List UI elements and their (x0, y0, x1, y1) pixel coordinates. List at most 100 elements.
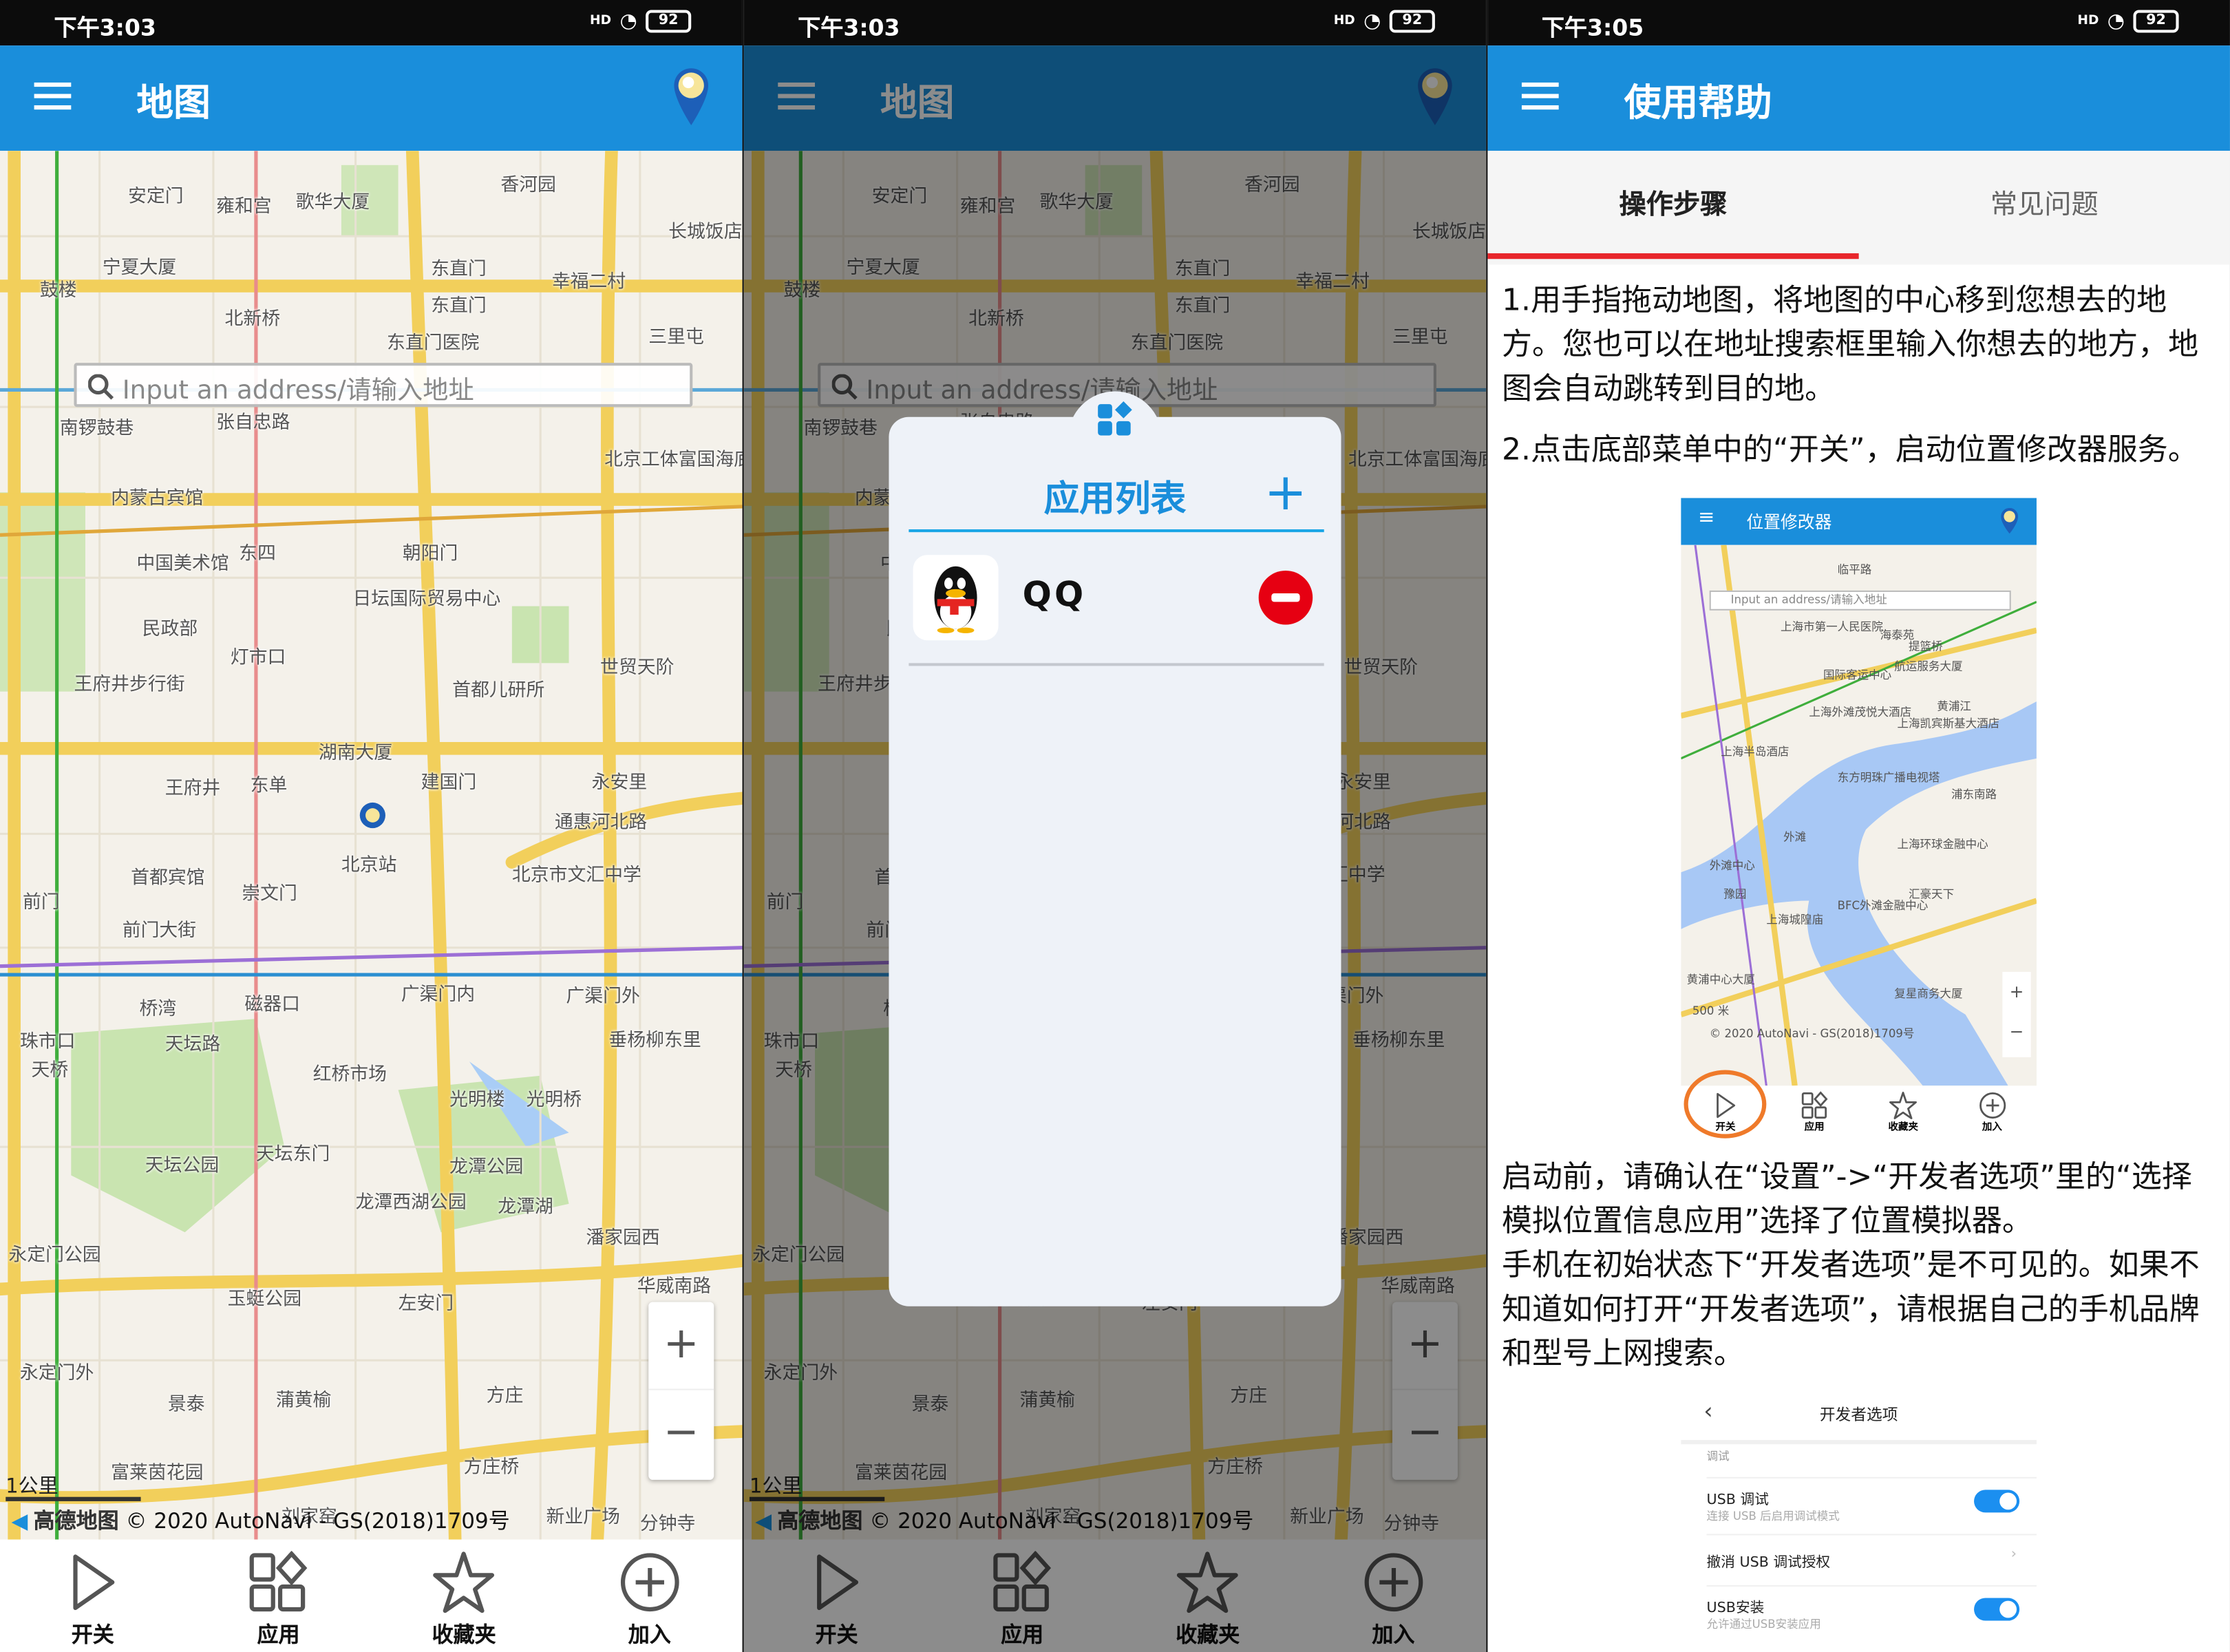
mini-map-label: 外滩中心 (1709, 859, 1755, 873)
map-label: 富莱茵花园 (111, 1463, 204, 1485)
map-label: 北京工体富国海底世界 (604, 449, 742, 472)
nav-play[interactable]: 开关 (0, 1540, 186, 1652)
mini-map-label: 汇豪天下 (1908, 887, 1955, 901)
map-label: 内蒙古宾馆 (111, 488, 204, 510)
map-scale: 1公里 (6, 1471, 141, 1501)
menu-icon[interactable] (1521, 82, 1559, 111)
brand-label: 高德地图 (33, 1508, 119, 1534)
map-label: 日坛国际贸易中心 (352, 589, 501, 611)
map-label: 安定门 (127, 186, 184, 208)
star-icon (371, 1551, 557, 1619)
map-label: 首都宾馆 (131, 867, 205, 889)
nav-label: 加入 (628, 1622, 671, 1648)
app-name: QQ (1022, 575, 1087, 615)
map-label: 前门 (23, 892, 60, 914)
row-title: USB安装 (1706, 1600, 1765, 1617)
mini-map-label: 黄浦江 (1937, 700, 1971, 713)
mini-nav-label: 加入 (1982, 1121, 2002, 1133)
wifi-icon: ◔ (1363, 10, 1381, 33)
location-pin-icon (2001, 507, 2019, 534)
map-label: 珠市口 (19, 1031, 76, 1053)
map-label: 通惠河北路 (554, 812, 648, 834)
mini-map-label: 提篮桥 (1908, 640, 1943, 653)
zoom-out-button[interactable]: − (648, 1390, 714, 1479)
mini-map-label: 上海市第一人民医院 (1781, 620, 1883, 633)
toggle-on (1974, 1490, 2020, 1513)
developer-options-screenshot: ‹ 开发者选项 调试 USB 调试 连接 USB 后启用调试模式 撤消 USB 调… (1681, 1394, 2037, 1652)
app-list-item: QQ (909, 552, 1324, 666)
search-placeholder: Input an address/请输入地址 (122, 375, 474, 406)
zoom-in-button[interactable]: + (648, 1302, 714, 1390)
row-title: USB 调试 (1706, 1492, 1769, 1509)
map-label: 蒲黄榆 (275, 1390, 332, 1412)
status-icons: HD ◔ 92 (1333, 10, 1435, 33)
mini-map-label: 浦东南路 (1951, 788, 1997, 801)
add-app-button[interactable]: + (1264, 467, 1307, 519)
mini-map-label: 东方明珠广播电视塔 (1837, 771, 1940, 785)
bottom-nav: 开关 应用 收藏夹 加入 (0, 1539, 743, 1652)
map-label: 天坛路 (164, 1034, 221, 1056)
help-note-1: 启动前，请确认在“设置”->“开发者选项”里的“选择模拟位置信息应用”选择了位置… (1502, 1159, 2192, 1240)
app-bar: 使用帮助 (1487, 45, 2230, 151)
map-label: 张自忠路 (216, 412, 290, 434)
example-map: Input an address/请输入地址 + − 临平路 上海市第一人民医院 海泰… (1681, 544, 2037, 1086)
map-label: 玉蜓公园 (227, 1289, 302, 1311)
map-label: 东直门 (431, 295, 487, 317)
map-label: 桥湾 (139, 999, 177, 1021)
map-label: 光明楼 (449, 1090, 505, 1112)
map-label: 华威南路 (637, 1276, 712, 1298)
row-title: 撤消 USB 调试授权 (1706, 1555, 1831, 1571)
map-label: 龙潭公园 (449, 1156, 524, 1178)
map-view[interactable]: 安定门雍和宫歌华大厦香河园宁夏大厦鼓楼北新桥东直门幸福二村东直门医院南锣鼓巷张自… (0, 151, 743, 1540)
map-label: 灯市口 (230, 647, 286, 669)
map-label: 分钟寺 (639, 1514, 696, 1536)
dev-row-revoke: 撤消 USB 调试授权 › (1706, 1534, 2037, 1585)
map-label: 前门大街 (122, 920, 197, 942)
mini-nav-item: 加入 (1948, 1086, 2037, 1143)
map-label: 广渠门内 (401, 984, 476, 1006)
tab-faq[interactable]: 常见问题 (1859, 151, 2230, 264)
map-label: 中国美术馆 (136, 553, 229, 575)
mini-map-label: 上海外滩茂悦大酒店 (1809, 706, 1912, 719)
wifi-icon: ◔ (2107, 10, 2125, 33)
help-step-1: 1.用手指拖动地图，将地图的中心移到您想去的地方。您也可以在地址搜索框里输入你想… (1502, 283, 2199, 407)
example-screenshot: ≡ 位置修改器 Input an address/请输入地址 + − 临平路 上海市第… (1681, 498, 2037, 1141)
map-label: 世贸天阶 (599, 657, 675, 679)
nav-add-circle[interactable]: 加入 (557, 1540, 743, 1652)
map-label: 朝阳门 (402, 543, 458, 565)
address-search-input[interactable]: Input an address/请输入地址 (74, 363, 693, 407)
mini-map-label: 临平路 (1837, 563, 1872, 577)
nav-apps[interactable]: 应用 (186, 1540, 372, 1652)
apps-icon (1098, 401, 1132, 436)
tab-steps[interactable]: 操作步骤 (1487, 151, 1859, 264)
status-icons: HD ◔ 92 (590, 10, 692, 33)
map-label: 湖南大厦 (318, 743, 393, 765)
status-time: 下午3:03 (54, 14, 156, 41)
map-label: 建国门 (421, 772, 477, 794)
signal-icon: HD (2077, 14, 2099, 29)
nav-star[interactable]: 收藏夹 (371, 1540, 557, 1652)
map-label: 东四 (239, 543, 276, 565)
zoom-control: + − (648, 1302, 714, 1480)
map-label: 左安门 (398, 1293, 454, 1315)
menu-icon: ≡ (1698, 506, 1715, 529)
mini-title: 位置修改器 (1746, 512, 1832, 533)
map-label: 方庄桥 (463, 1457, 520, 1479)
apps-icon (186, 1550, 372, 1619)
dev-row-usb-debug: USB 调试 连接 USB 后启用调试模式 (1706, 1476, 2037, 1534)
page-title: 地图 (136, 82, 211, 125)
app-list-dialog: 应用列表 + QQ (889, 391, 1341, 1306)
dev-row-usb-install: USB安装 允许通过USB安装应用 (1706, 1585, 2037, 1642)
location-pin-icon[interactable] (671, 65, 711, 128)
mini-map-label: 上海半岛酒店 (1721, 745, 1790, 759)
map-label: 香河园 (500, 175, 556, 197)
search-icon (88, 374, 114, 400)
remove-app-button[interactable] (1258, 570, 1313, 625)
signal-icon: HD (1333, 14, 1355, 29)
status-bar: 下午3:05 HD ◔ 92 (1487, 0, 2230, 46)
map-label: 鼓楼 (39, 280, 77, 302)
map-roads (0, 151, 743, 1540)
map-attribution: ◀ 高德地图 © 2020 AutoNavi - GS(2018)1709号 (12, 1505, 510, 1535)
signal-icon: HD (590, 14, 612, 29)
menu-icon[interactable] (34, 82, 72, 111)
